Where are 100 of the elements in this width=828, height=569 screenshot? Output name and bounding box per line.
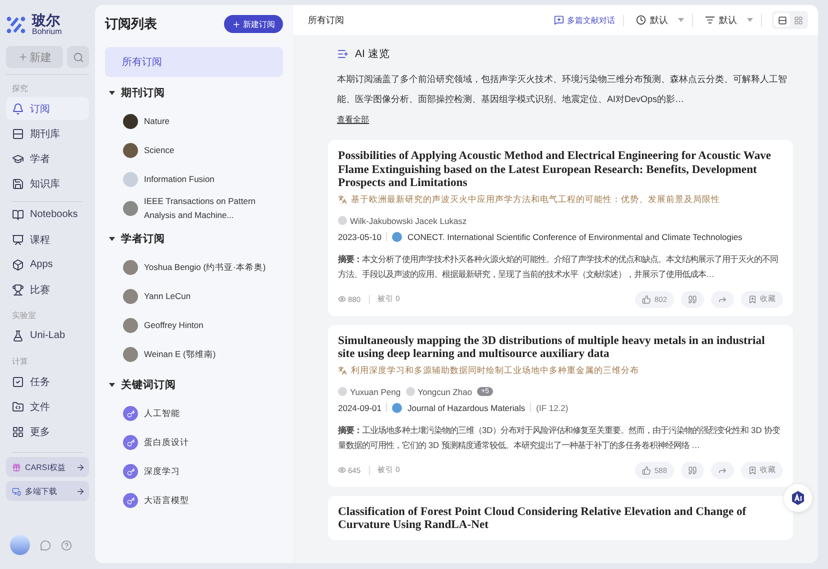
section-heading: 探究 — [11, 83, 29, 95]
order-sort-dropdown[interactable]: 默认 — [703, 14, 762, 26]
thumbs-up-icon — [642, 466, 652, 474]
nav-item[interactable]: Apps — [6, 253, 89, 276]
subscription-item[interactable]: 人工智能 — [105, 399, 283, 428]
cite-button[interactable] — [681, 462, 704, 478]
page-title: 所有订阅 — [308, 14, 345, 26]
impact-factor: (IF 12.2) — [536, 402, 568, 412]
section-toggle[interactable]: 关键词订阅 — [105, 371, 283, 399]
share-button[interactable] — [711, 462, 734, 478]
author-name[interactable]: Wilk-Jakubowski Jacek Lukasz — [350, 216, 467, 226]
subscription-item[interactable]: 大语言模型 — [105, 486, 283, 515]
list-view-button[interactable] — [774, 13, 790, 27]
key-icon — [123, 493, 138, 508]
section-toggle[interactable]: 期刊订阅 — [105, 79, 283, 107]
author-name[interactable]: Yuxuan Peng — [350, 386, 401, 396]
subscription-item[interactable]: Yann LeCun — [105, 282, 283, 311]
share-icon — [718, 466, 727, 474]
plus-icon — [18, 52, 28, 62]
avatar — [123, 318, 138, 333]
see-all-link[interactable]: 查看全部 — [337, 115, 369, 124]
abstract-text: 摘要：本文分析了使用声学技术扑灭各种火源火焰的可能性。介绍了声学技术的优点和缺点。本文结构展示了用于灭火的不同方法、手段以及声波的应用。根据最新研究，呈现了当前的技术水平（文献综述），并展示了使用低成本… — [338, 252, 779, 280]
new-subscription-button[interactable]: 新建订阅 — [224, 15, 283, 33]
subscription-item[interactable]: 深度学习 — [105, 457, 283, 486]
nav-item[interactable]: 订阅 — [6, 97, 89, 120]
nav-item[interactable]: 更多 — [6, 420, 89, 443]
trophy-icon — [12, 284, 24, 296]
nav-item[interactable]: Notebooks — [6, 203, 89, 226]
venue-name[interactable]: CONECT. International Scientific Conference of Environmental and Climate Technologies — [407, 232, 742, 242]
grid-icon — [794, 16, 802, 24]
author-name[interactable]: Yongcun Zhao — [418, 386, 472, 396]
abstract-text: 摘要：工业场地多种土壤污染物的三维（3D）分布对于风险评估和修复至关重要。然而，由于污染物的强烈变化性和 3D 协变量数据的可用性，它们的 3D 预测精度通常较低。本研究提出了一种基于补丁的多任务卷积神经网络 … — [338, 424, 782, 452]
multi-paper-chat-button[interactable]: 多篇文献对话 — [554, 14, 624, 26]
subscription-item[interactable]: Yoshua Bengio (约书亚·本希奥) — [105, 253, 283, 282]
avatar — [123, 260, 138, 275]
subscription-label: Yoshua Bengio (约书亚·本希奥) — [144, 260, 266, 274]
avatar[interactable] — [10, 535, 30, 555]
time-sort-dropdown[interactable]: 默认 — [634, 14, 693, 26]
subscription-label: Weinan E (鄂维南) — [144, 348, 216, 361]
key-icon — [123, 435, 138, 450]
subscription-item[interactable]: IEEE Transactions on Pattern Analysis and Machine... — [105, 194, 283, 223]
subscription-item[interactable]: Information Fusion — [105, 165, 283, 194]
nav-item[interactable]: 知识库 — [6, 172, 89, 195]
section-toggle[interactable]: 学者订阅 — [105, 225, 283, 253]
bookmark-icon — [748, 294, 757, 304]
promo-link[interactable]: CARSI权益 — [6, 457, 89, 477]
search-button[interactable] — [67, 46, 89, 68]
nav-item[interactable]: Uni-Lab — [6, 324, 89, 347]
quote-icon — [688, 466, 697, 474]
help-icon[interactable] — [61, 540, 72, 550]
nav-item[interactable]: 学者 — [6, 147, 89, 170]
paper-title[interactable]: Simultaneously mapping the 3D distributions of multiple heavy metals in an industrial site using deep learning and multisource auxiliary data — [338, 334, 783, 360]
author-avatar — [338, 216, 347, 225]
author-avatar — [406, 387, 415, 396]
nav-item[interactable]: 期刊库 — [6, 122, 89, 145]
nav-item[interactable]: 文件 — [6, 395, 89, 418]
subscription-item[interactable]: Nature — [105, 107, 283, 136]
eye-icon — [338, 466, 346, 474]
section-heading: 实验室 — [11, 310, 37, 322]
subscription-label: 蛋白质设计 — [144, 436, 189, 449]
venue-logo — [392, 232, 402, 242]
publish-date: 2023-05-10 — [338, 232, 382, 242]
eye-icon — [338, 295, 346, 303]
subscription-item[interactable]: 所有订阅 — [105, 47, 283, 77]
share-button[interactable] — [711, 290, 734, 308]
chat-icon[interactable] — [40, 540, 51, 550]
filter-icon — [705, 15, 715, 25]
subscription-item[interactable]: Science — [105, 136, 283, 165]
list-icon — [778, 16, 786, 24]
subscription-label: Information Fusion — [144, 172, 214, 186]
ai-badge-icon — [790, 490, 806, 506]
subscription-item[interactable]: Weinan E (鄂维南) — [105, 340, 283, 369]
paper-title[interactable]: Classification of Forest Point Cloud Considering Relative Elevation and Change of Curvature Using RandLA-Net — [338, 504, 783, 532]
subscription-item[interactable]: Geoffrey Hinton — [105, 311, 283, 340]
arrow-icon — [76, 486, 85, 496]
subscription-label: Geoffrey Hinton — [144, 318, 204, 332]
nav-item[interactable]: 任务 — [6, 370, 89, 393]
gift-icon — [12, 462, 21, 472]
quote-icon — [688, 294, 697, 304]
flask-icon — [12, 330, 24, 342]
section-heading: 计算 — [11, 356, 29, 368]
key-icon — [123, 464, 138, 479]
paper-title[interactable]: Possibilities of Applying Acoustic Method and Electrical Engineering for Acoustic Wave Flame Extinguishing based on the Latest European Research: Benefits, Development Prospects and Limitations — [338, 149, 783, 190]
board-icon — [12, 234, 24, 246]
ai-assistant-button[interactable] — [784, 484, 812, 512]
bookmark-icon — [748, 466, 757, 474]
venue-name[interactable]: Journal of Hazardous Materials — [407, 402, 526, 412]
publish-date: 2024-09-01 — [338, 402, 382, 412]
nav-item[interactable]: 课程 — [6, 228, 89, 251]
translated-title: 利用深度学习和多源辅助数据同时绘制工业场地中多种重金属的三维分布 — [351, 364, 639, 376]
cite-button[interactable] — [681, 290, 704, 308]
translate-icon — [338, 366, 347, 375]
grid-icon — [12, 426, 24, 438]
key-icon — [123, 406, 138, 421]
subscription-label: 大语言模型 — [144, 494, 189, 507]
subscription-item[interactable]: 蛋白质设计 — [105, 428, 283, 457]
promo-link[interactable]: 多端下载 — [6, 481, 89, 501]
logo-icon — [6, 16, 26, 34]
nav-item[interactable]: 比赛 — [6, 278, 89, 301]
panel-title: 订阅列表 — [105, 15, 157, 33]
